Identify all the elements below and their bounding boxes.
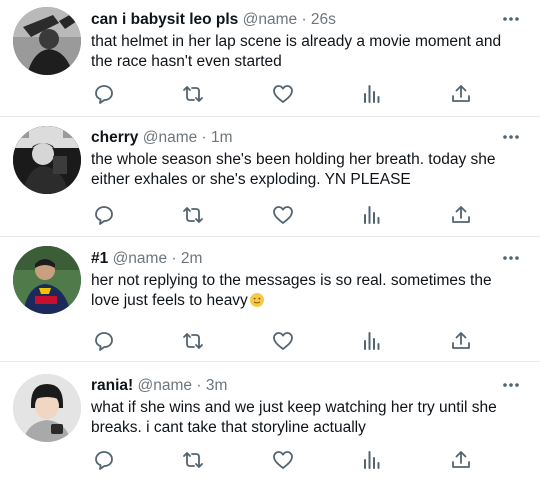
tweet-text: that helmet in her lap scene is already … [91, 33, 502, 70]
tweet-1[interactable]: can i babysit leo pls @name · 26s that h… [0, 0, 540, 116]
avatar-image [13, 374, 81, 442]
share-icon[interactable] [449, 448, 473, 472]
display-name[interactable]: cherry [91, 129, 138, 146]
display-name[interactable]: #1 [91, 250, 108, 267]
retweet-icon[interactable] [181, 448, 205, 472]
avatar-image [13, 246, 81, 314]
timestamp[interactable]: 3m [206, 377, 228, 394]
avatar[interactable] [13, 374, 81, 442]
more-horizontal-icon[interactable] [502, 12, 520, 26]
tweet-2[interactable]: cherry @name · 1m the whole season she's… [0, 117, 540, 236]
retweet-icon[interactable] [181, 329, 205, 353]
timestamp[interactable]: 2m [181, 250, 203, 267]
heart-icon[interactable] [271, 448, 295, 472]
reply-icon[interactable] [92, 203, 116, 227]
share-icon[interactable] [449, 329, 473, 353]
separator: · [196, 377, 202, 394]
separator: · [201, 129, 207, 146]
views-chart-icon[interactable] [360, 203, 384, 227]
display-name[interactable]: rania! [91, 377, 133, 394]
separator: · [301, 11, 307, 28]
more-horizontal-icon[interactable] [502, 251, 520, 265]
tweet-header: #1 @name · 2m [91, 249, 202, 269]
views-chart-icon[interactable] [360, 329, 384, 353]
avatar-image [13, 126, 81, 194]
avatar[interactable] [13, 246, 81, 314]
views-chart-icon[interactable] [360, 448, 384, 472]
tweet-header: rania! @name · 3m [91, 376, 227, 396]
tweet-text: the whole season she's been holding her … [91, 151, 496, 188]
more-horizontal-icon[interactable] [502, 378, 520, 392]
heart-icon[interactable] [271, 82, 295, 106]
tweet-text: her not replying to the messages is so r… [91, 272, 492, 309]
avatar-image [13, 7, 81, 75]
share-icon[interactable] [449, 82, 473, 106]
handle[interactable]: @name [113, 250, 168, 267]
retweet-icon[interactable] [181, 82, 205, 106]
action-bar [0, 82, 540, 106]
tweet-4[interactable]: rania! @name · 3m what if she wins and w… [0, 362, 540, 479]
tweet-3[interactable]: #1 @name · 2m her not replying to the me… [0, 237, 540, 361]
action-bar [0, 329, 540, 353]
retweet-icon[interactable] [181, 203, 205, 227]
tweet-header: cherry @name · 1m [91, 128, 233, 148]
separator: · [171, 250, 177, 267]
heart-icon[interactable] [271, 203, 295, 227]
tweet-text: what if she wins and we just keep watchi… [91, 399, 497, 436]
action-bar [0, 203, 540, 227]
timestamp[interactable]: 1m [211, 129, 233, 146]
handle[interactable]: @name [138, 377, 193, 394]
timestamp[interactable]: 26s [311, 11, 336, 28]
action-bar [0, 448, 540, 472]
tweet-header: can i babysit leo pls @name · 26s [91, 10, 336, 30]
heart-icon[interactable] [271, 329, 295, 353]
avatar[interactable] [13, 126, 81, 194]
handle[interactable]: @name [143, 129, 198, 146]
reply-icon[interactable] [92, 82, 116, 106]
share-icon[interactable] [449, 203, 473, 227]
reply-icon[interactable] [92, 329, 116, 353]
more-horizontal-icon[interactable] [502, 130, 520, 144]
views-chart-icon[interactable] [360, 82, 384, 106]
reply-icon[interactable] [92, 448, 116, 472]
display-name[interactable]: can i babysit leo pls [91, 11, 238, 28]
slightly-smiling-face-emoji [249, 293, 264, 307]
tweet-text-container: her not replying to the messages is so r… [91, 271, 521, 311]
avatar[interactable] [13, 7, 81, 75]
handle[interactable]: @name [243, 11, 298, 28]
